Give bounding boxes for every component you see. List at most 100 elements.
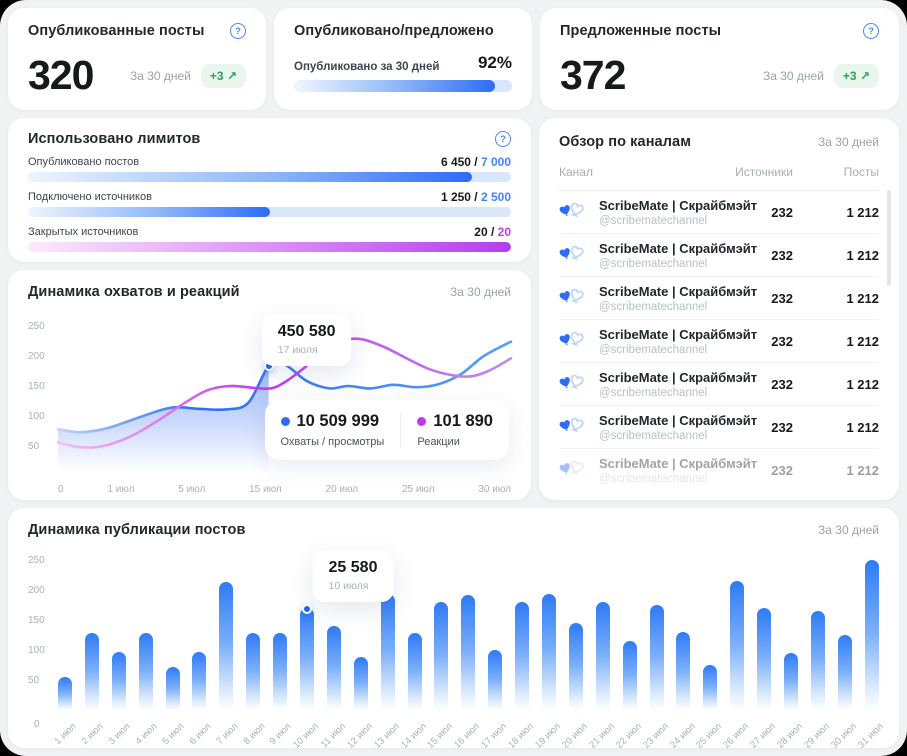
x-tick-label: 22 июл	[614, 721, 644, 748]
channel-row[interactable]: ScribeMate | Скрайбмэйт@scribematechanne…	[559, 320, 879, 363]
limit-used: 20 /	[474, 225, 497, 239]
legend-item-reactions: 101 890 Реакции	[400, 412, 493, 448]
column-sources: Источники	[707, 165, 793, 179]
column-channel: Канал	[559, 165, 707, 179]
channel-row[interactable]: ScribeMate | Скрайбмэйт@scribematechanne…	[559, 277, 879, 320]
bar[interactable]	[166, 667, 180, 710]
x-tick-label: 2 июл	[80, 721, 106, 747]
bar[interactable]	[192, 652, 206, 710]
bar[interactable]	[273, 633, 287, 710]
bar[interactable]	[461, 595, 475, 710]
bar[interactable]	[139, 633, 153, 710]
bar[interactable]	[703, 665, 717, 710]
bar[interactable]	[757, 608, 771, 710]
y-tick-label: 150	[28, 381, 52, 392]
posts-dynamics-chart-card: Динамика публикации постов За 30 дней 25…	[8, 508, 899, 748]
x-tick-slot: 17 июл	[488, 714, 502, 748]
x-tick-label: 24 июл	[668, 721, 698, 748]
bar[interactable]	[300, 608, 314, 710]
bars-container	[58, 560, 879, 710]
line-chart-plot[interactable]: 450 580 17 июля 10 509 999 Охваты / прос…	[58, 326, 511, 476]
bar[interactable]	[515, 602, 529, 710]
x-tick-label: 9 июл	[268, 721, 294, 747]
channel-sources: 232	[707, 248, 793, 263]
bar[interactable]	[58, 677, 72, 710]
bar[interactable]	[650, 605, 664, 710]
y-tick-label: 250	[28, 321, 52, 332]
help-icon[interactable]: ?	[230, 23, 246, 39]
x-tick-slot: 27 июл	[757, 714, 771, 748]
ratio-percent: 92%	[478, 53, 512, 73]
x-tick-label: 19 июл	[533, 721, 563, 748]
ratio-label: Опубликовано за 30 дней	[294, 61, 439, 73]
bar[interactable]	[542, 594, 556, 710]
x-tick-slot: 16 июл	[461, 714, 475, 748]
channel-row[interactable]: ScribeMate | Скрайбмэйт@scribematechanne…	[559, 191, 879, 234]
bar[interactable]	[408, 633, 422, 710]
y-tick-label: 200	[28, 585, 52, 596]
limit-row: Закрытых источников20 / 20	[28, 225, 511, 252]
x-tick-label: 14 июл	[399, 721, 429, 748]
limit-used: 6 450 /	[441, 155, 481, 169]
x-tick-label: 18 июл	[506, 721, 536, 748]
channel-row[interactable]: ScribeMate | Скрайбмэйт@scribematechanne…	[559, 234, 879, 277]
bar[interactable]	[811, 611, 825, 710]
x-tick-label: 7 июл	[214, 721, 240, 747]
bar[interactable]	[569, 623, 583, 710]
bar[interactable]	[838, 635, 852, 710]
bar[interactable]	[730, 581, 744, 710]
x-tick-slot: 21 июл	[596, 714, 610, 748]
tooltip-date: 10 июля	[329, 580, 378, 592]
help-icon[interactable]: ?	[495, 131, 511, 147]
bar[interactable]	[354, 657, 368, 710]
y-tick-label: 50	[28, 675, 52, 686]
limit-row: Подключено источников1 250 / 2 500	[28, 190, 511, 217]
x-tick-label: 29 июл	[802, 721, 832, 748]
x-tick-slot: 26 июл	[730, 714, 744, 748]
period-label: За 30 дней	[818, 523, 879, 537]
x-tick-label: 6 июл	[187, 721, 213, 747]
x-tick-slot: 15 июл	[434, 714, 448, 748]
bar[interactable]	[434, 602, 448, 710]
bar[interactable]	[784, 653, 798, 710]
bar[interactable]	[865, 560, 879, 710]
channel-row[interactable]: ScribeMate | Скрайбмэйт@scribematechanne…	[559, 406, 879, 449]
channel-sources: 232	[707, 291, 793, 306]
x-tick-slot: 22 июл	[623, 714, 637, 748]
bar-chart-plot[interactable]: 25 580 10 июля 25020015010050	[58, 560, 879, 710]
bar[interactable]	[85, 633, 99, 710]
highlighted-bar-dot[interactable]	[302, 604, 312, 614]
tooltip-value: 25 580	[329, 559, 378, 577]
reactions-total: 101 890	[433, 412, 493, 431]
bar-chart-tooltip: 25 580 10 июля	[313, 550, 394, 602]
limit-row: Опубликовано постов6 450 / 7 000	[28, 155, 511, 182]
y-tick-label: 100	[28, 645, 52, 656]
x-tick-slot: 12 июл	[354, 714, 368, 748]
channels-table-body: ScribeMate | Скрайбмэйт@scribematechanne…	[559, 191, 879, 492]
channel-row[interactable]: ScribeMate | Скрайбмэйт@scribematechanne…	[559, 363, 879, 406]
help-icon[interactable]: ?	[863, 23, 879, 39]
period-label: За 30 дней	[450, 285, 511, 299]
bar[interactable]	[488, 650, 502, 710]
published-ratio-card: Опубликовано/предложено Опубликовано за …	[274, 8, 532, 110]
channel-posts: 1 212	[793, 420, 879, 435]
y-tick-label: 50	[28, 441, 52, 452]
bar[interactable]	[219, 582, 233, 710]
ratio-progress-fill	[294, 80, 495, 92]
x-tick-label: 17 июл	[479, 721, 509, 748]
proposed-posts-card: Предложенные посты ? 372 За 30 дней +3 ↗	[540, 8, 899, 110]
bar[interactable]	[676, 632, 690, 710]
x-tick-label: 13 июл	[372, 721, 402, 748]
bar[interactable]	[596, 602, 610, 710]
bar[interactable]	[381, 594, 395, 710]
x-tick-label: 5 июл	[178, 484, 205, 495]
channel-row[interactable]: ScribeMate | Скрайбмэйт@scribematechanne…	[559, 449, 879, 492]
channel-avatar-icon	[559, 285, 589, 312]
x-tick-slot: 25 июл	[703, 714, 717, 748]
ratio-title: Опубликовано/предложено	[294, 23, 494, 39]
bar[interactable]	[246, 633, 260, 710]
bar[interactable]	[623, 641, 637, 710]
bar[interactable]	[112, 652, 126, 710]
bar[interactable]	[327, 626, 341, 710]
scrollbar-thumb[interactable]	[887, 190, 891, 286]
